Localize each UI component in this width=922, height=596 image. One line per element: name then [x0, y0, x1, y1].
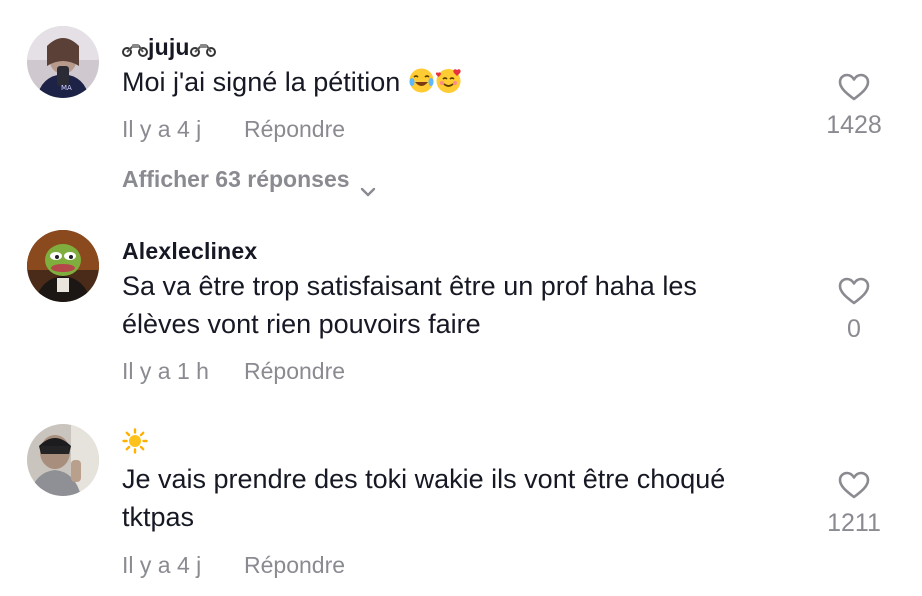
view-replies-label: Afficher 63 réponses [122, 166, 350, 192]
heart-icon[interactable] [837, 276, 871, 306]
motorcycle-icon [189, 36, 216, 57]
heart-icon[interactable] [837, 72, 871, 102]
avatar-photo-icon: MA [27, 26, 99, 98]
motorcycle-icon [122, 36, 148, 57]
heart-icon[interactable] [837, 470, 871, 500]
sun-icon [122, 428, 148, 454]
avatar[interactable]: MA [27, 26, 99, 98]
username[interactable]: juju [122, 34, 216, 61]
comment-timestamp: Il y a 4 j [122, 552, 202, 578]
comment-timestamp: Il y a 1 h [122, 358, 209, 384]
chevron-down-icon [360, 176, 376, 197]
tears-of-joy-emoji [408, 66, 435, 93]
comment-meta: Il y a 1 h Répondre [122, 358, 345, 385]
like-control: 1428 [814, 72, 894, 140]
svg-text:MA: MA [61, 84, 72, 92]
like-count: 1211 [827, 509, 881, 537]
comment-body: Moi j'ai signé la pétition [122, 67, 401, 97]
like-control: 1211 [814, 470, 894, 538]
avatar-photo-icon [27, 424, 99, 496]
like-count: 0 [847, 315, 861, 343]
comment-text: Moi j'ai signé la pétition [122, 63, 802, 101]
comment-text: Sa va être trop satisfaisant être un pro… [122, 271, 697, 339]
smiling-face-with-hearts-emoji [435, 66, 462, 93]
comment-text: Je vais prendre des toki wakie ils vont … [122, 464, 726, 532]
reply-button[interactable]: Répondre [244, 552, 345, 579]
comment-meta: Il y a 4 j Répondre [122, 552, 345, 579]
username-text: juju [148, 34, 190, 60]
username[interactable] [122, 428, 148, 456]
like-count: 1428 [826, 111, 882, 139]
comment-meta: Il y a 4 j Répondre [122, 116, 345, 143]
reply-button[interactable]: Répondre [244, 116, 345, 143]
avatar[interactable] [27, 424, 99, 496]
reply-button[interactable]: Répondre [244, 358, 345, 385]
comment-timestamp: Il y a 4 j [122, 116, 202, 142]
like-control: 0 [814, 276, 894, 344]
avatar[interactable] [27, 230, 99, 302]
avatar-photo-icon [27, 230, 99, 302]
view-replies-button[interactable]: Afficher 63 réponses [122, 166, 376, 197]
username[interactable]: Alexleclinex [122, 238, 257, 265]
